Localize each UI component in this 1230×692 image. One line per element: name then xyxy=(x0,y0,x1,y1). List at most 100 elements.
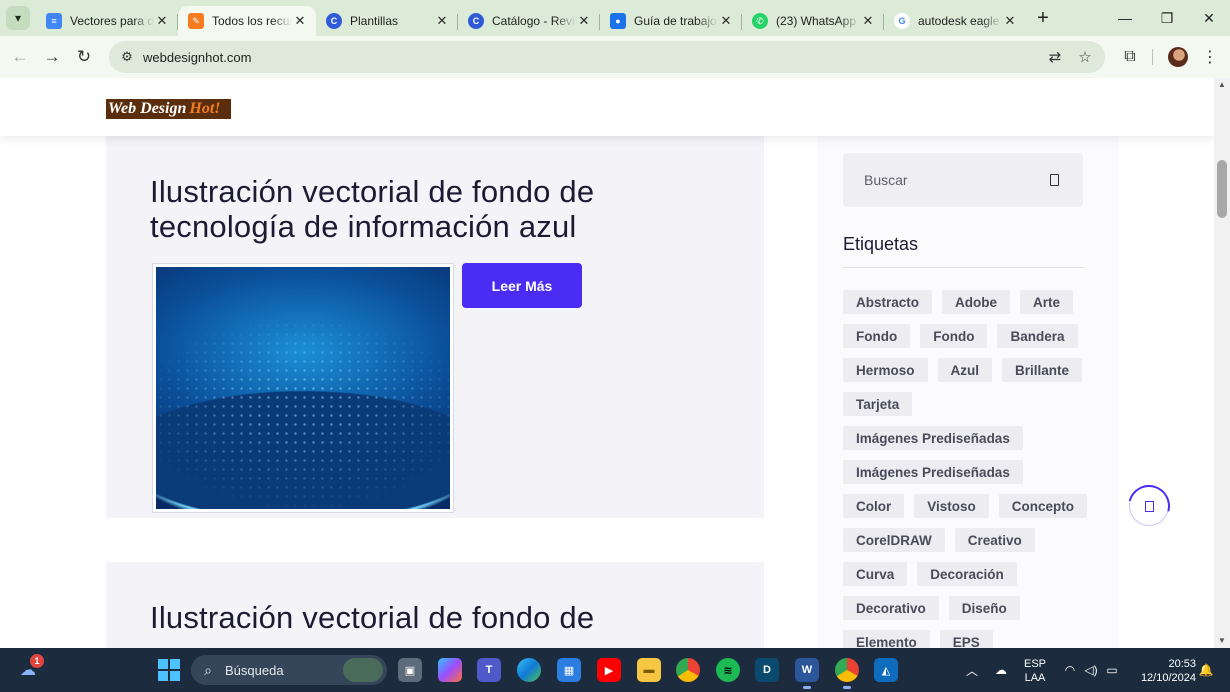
tag-link[interactable]: Elemento xyxy=(843,630,930,648)
tag-link[interactable]: Decoración xyxy=(917,562,1017,586)
tag-link[interactable]: Arte xyxy=(1020,290,1074,314)
scroll-up-icon[interactable]: ▲ xyxy=(1217,80,1227,90)
tab-3[interactable]: C Catálogo - Revis ✕ xyxy=(458,6,600,36)
tag-link[interactable]: Creativo xyxy=(954,528,1035,552)
chrome-active-icon[interactable] xyxy=(835,658,859,689)
store-icon[interactable]: ▦ xyxy=(557,658,581,682)
bookmark-star-icon[interactable]: ☆ xyxy=(1071,41,1099,73)
new-tab-button[interactable]: + xyxy=(1030,5,1056,31)
photos-icon[interactable]: ◭ xyxy=(874,658,898,682)
canva-icon: C xyxy=(468,13,484,29)
task-view-icon[interactable]: ▣ xyxy=(398,658,422,682)
tag-link[interactable]: EPS xyxy=(939,630,993,648)
scroll-down-icon[interactable]: ▼ xyxy=(1217,636,1227,646)
site-logo[interactable]: Web Design Hot! xyxy=(106,99,231,119)
back-button[interactable]: ← xyxy=(4,41,36,73)
close-window-button[interactable]: ✕ xyxy=(1188,0,1230,36)
close-icon[interactable]: ✕ xyxy=(292,13,308,29)
read-more-button[interactable]: Leer Más xyxy=(462,263,582,308)
tray-overflow-icon[interactable]: ︿ xyxy=(962,648,982,692)
tag-link[interactable]: Imágenes Prediseñadas xyxy=(843,460,1023,484)
tag-link[interactable]: CorelDRAW xyxy=(843,528,945,552)
tag-link[interactable]: Fondo xyxy=(920,324,988,348)
loading-spinner[interactable] xyxy=(1129,486,1169,526)
input-language[interactable]: ESP LAA xyxy=(1020,657,1050,685)
tab-4[interactable]: ● Guía de trabajo ✕ xyxy=(600,6,742,36)
tag-link[interactable]: Azul xyxy=(937,358,993,382)
tab-2[interactable]: C Plantillas ✕ xyxy=(316,6,458,36)
search-icon[interactable] xyxy=(1050,174,1059,186)
tag-link[interactable]: Curva xyxy=(843,562,908,586)
chrome-icon[interactable] xyxy=(676,658,700,682)
post-thumbnail[interactable] xyxy=(152,263,454,513)
tag-link[interactable]: Abstracto xyxy=(843,290,933,314)
widgets-icon[interactable]: ☁ 1 xyxy=(16,654,44,682)
copilot-icon[interactable] xyxy=(438,658,462,682)
tab-title: Plantillas xyxy=(350,14,399,28)
translate-icon[interactable]: ⇄ xyxy=(1041,41,1069,73)
forward-button[interactable]: → xyxy=(36,41,68,73)
tab-5[interactable]: ✆ (23) WhatsApp ✕ xyxy=(742,6,884,36)
menu-button[interactable]: ⋮ xyxy=(1194,41,1226,73)
notification-badge: 1 xyxy=(30,654,44,668)
file-explorer-icon[interactable]: ▬ xyxy=(637,658,661,682)
start-button[interactable] xyxy=(157,658,181,682)
tag-link[interactable]: Bandera xyxy=(997,324,1078,348)
spotify-icon[interactable]: ≋ xyxy=(716,658,740,682)
tag-link[interactable]: Tarjeta xyxy=(843,392,913,416)
tag-link[interactable]: Adobe xyxy=(942,290,1011,314)
taskbar-search[interactable]: ⌕ Búsqueda xyxy=(191,655,387,685)
tag-link[interactable]: Brillante xyxy=(1002,358,1083,382)
post-title[interactable]: Ilustración vectorial de fondo de xyxy=(150,600,670,635)
search-input[interactable] xyxy=(843,153,1043,207)
page-scrollbar[interactable]: ▲ ▼ xyxy=(1214,78,1230,648)
wifi-icon[interactable]: ◠ xyxy=(1060,648,1080,692)
youtube-icon[interactable]: ▶ xyxy=(597,658,621,682)
close-icon[interactable]: ✕ xyxy=(154,13,170,29)
close-icon[interactable]: ✕ xyxy=(434,13,450,29)
tag-link[interactable]: Concepto xyxy=(998,494,1088,518)
web-page: Web Design Hot! Ilustración vectorial de… xyxy=(0,78,1214,648)
volume-icon[interactable]: ◁) xyxy=(1081,648,1101,692)
disney-plus-icon[interactable]: D xyxy=(755,658,779,682)
post-title[interactable]: Ilustración vectorial de fondo de tecnol… xyxy=(150,174,670,244)
tag-link[interactable]: Vistoso xyxy=(914,494,989,518)
edge-icon[interactable] xyxy=(517,658,541,682)
tag-link[interactable]: Decorativo xyxy=(843,596,939,620)
close-icon[interactable]: ✕ xyxy=(860,13,876,29)
site-info-icon[interactable]: ⚙ xyxy=(113,49,141,65)
puzzle-icon: ⧉ xyxy=(1124,48,1136,65)
tag-link[interactable]: Diseño xyxy=(948,596,1020,620)
battery-icon[interactable]: ▭ xyxy=(1102,648,1122,692)
profile-button[interactable] xyxy=(1162,41,1194,73)
tag-link[interactable]: Hermoso xyxy=(843,358,928,382)
address-bar[interactable]: ⚙ webdesignhot.com ⇄ ☆ xyxy=(109,41,1105,73)
teams-icon[interactable]: T xyxy=(477,658,501,682)
tab-0[interactable]: ≡ Vectores para de ✕ xyxy=(36,6,178,36)
close-icon[interactable]: ✕ xyxy=(718,13,734,29)
notification-bell-icon[interactable]: 🔔 xyxy=(1196,648,1216,692)
plus-icon: + xyxy=(1037,6,1049,29)
onedrive-icon[interactable]: ☁ xyxy=(990,648,1012,692)
tag-link[interactable]: Color xyxy=(843,494,905,518)
chevron-down-icon: ▾ xyxy=(14,11,22,25)
close-icon[interactable]: ✕ xyxy=(1002,13,1018,29)
word-icon[interactable]: W xyxy=(795,658,819,689)
tab-strip: ▾ ≡ Vectores para de ✕ ✎ Todos los recur… xyxy=(0,0,1230,36)
minimize-button[interactable]: — xyxy=(1104,0,1146,36)
tab-search-button[interactable]: ▾ xyxy=(6,6,30,30)
reload-button[interactable]: ↻ xyxy=(68,41,100,73)
tab-6[interactable]: G autodesk eagle ✕ xyxy=(884,6,1026,36)
browser-toolbar: ← → ↻ ⚙ webdesignhot.com ⇄ ☆ ⧉ ⋮ xyxy=(0,36,1230,78)
tab-1[interactable]: ✎ Todos los recurs ✕ xyxy=(178,6,316,36)
tag-link[interactable]: Fondo xyxy=(843,324,911,348)
extensions-button[interactable]: ⧉ xyxy=(1114,41,1146,73)
restore-button[interactable]: ❐ xyxy=(1146,0,1188,36)
clock[interactable]: 20:53 12/10/2024 xyxy=(1128,657,1196,685)
tag-link[interactable]: Imágenes Prediseñadas xyxy=(843,426,1023,450)
docs-icon: ≡ xyxy=(46,13,62,29)
close-icon[interactable]: ✕ xyxy=(576,13,592,29)
url-text[interactable]: webdesignhot.com xyxy=(143,50,251,65)
scrollbar-thumb[interactable] xyxy=(1217,160,1227,218)
search-highlight-icon xyxy=(343,658,383,682)
